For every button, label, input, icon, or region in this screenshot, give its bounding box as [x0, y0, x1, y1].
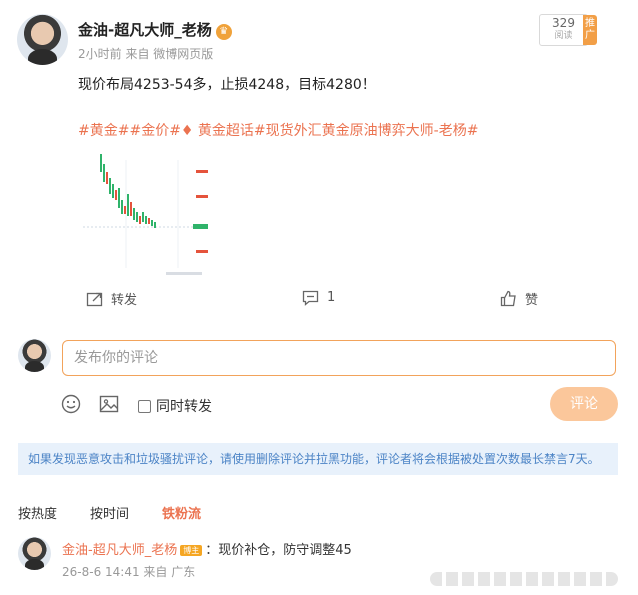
promo-button[interactable]: 推广	[583, 15, 597, 45]
comment-text: ：现价补仓，防守调整45	[205, 543, 352, 558]
post-image[interactable]	[78, 150, 209, 278]
comment-icon	[302, 290, 319, 306]
read-count: 329	[552, 16, 575, 30]
sort-by-heat[interactable]: 按热度	[18, 503, 57, 522]
thumbs-up-icon	[500, 290, 516, 307]
checkbox-square[interactable]	[138, 399, 151, 413]
repost-button[interactable]: 转发	[86, 289, 137, 308]
post-meta: 2小时前 来自 微博网页版	[78, 47, 214, 61]
comment-item: 金油-超凡大师_老杨 博主 ：现价补仓，防守调整45	[62, 539, 352, 558]
author-avatar[interactable]	[17, 14, 68, 65]
like-label: 赞	[525, 293, 539, 308]
sort-by-fans[interactable]: 铁粉流	[162, 503, 201, 522]
author-name[interactable]: 金油-超凡大师_老杨 ♛	[78, 19, 232, 40]
current-user-avatar[interactable]	[18, 339, 51, 372]
smiley-icon	[61, 394, 81, 414]
sort-by-time[interactable]: 按时间	[90, 503, 129, 522]
submit-comment-button[interactable]: 评论	[550, 387, 618, 421]
repost-checkbox-label: 同时转发	[156, 399, 212, 415]
post-text: 现价布局4253-54多，止损4248，目标4280！	[78, 77, 376, 93]
repost-label: 转发	[111, 293, 138, 308]
author-badge: 博主	[180, 545, 203, 556]
comment-author[interactable]: 金油-超凡大师_老杨	[62, 543, 177, 558]
post-tags[interactable]: #黄金##金价#♦ 黄金超话#现货外汇黄金原油博弈大师-老杨#	[78, 120, 478, 140]
moderation-notice: 如果发现恶意攻击和垃圾骚扰评论，请使用删除评论并拉黑功能，评论者将会根据被处置次…	[18, 443, 618, 475]
repost-icon	[86, 292, 103, 307]
comment-input[interactable]: 发布你的评论	[62, 340, 616, 376]
repost-checkbox[interactable]: 同时转发	[138, 396, 212, 416]
read-count-box: 329 阅读	[539, 14, 588, 46]
comment-avatar[interactable]	[18, 537, 51, 570]
candlestick-thumbnail	[83, 154, 208, 275]
author-name-text[interactable]: 金油-超凡大师_老杨	[78, 21, 212, 39]
image-button[interactable]	[99, 394, 119, 414]
like-button[interactable]: 赞	[500, 289, 538, 308]
read-label: 阅读	[554, 31, 573, 41]
crown-icon: ♛	[215, 24, 232, 40]
comment-more-toolbar[interactable]	[430, 572, 618, 586]
comment-count: 1	[327, 290, 336, 305]
comment-meta: 26-8-6 14:41 来自 广东	[62, 565, 196, 579]
emoji-button[interactable]	[61, 394, 81, 414]
image-icon	[99, 395, 119, 413]
comment-button[interactable]: 1	[302, 289, 335, 306]
